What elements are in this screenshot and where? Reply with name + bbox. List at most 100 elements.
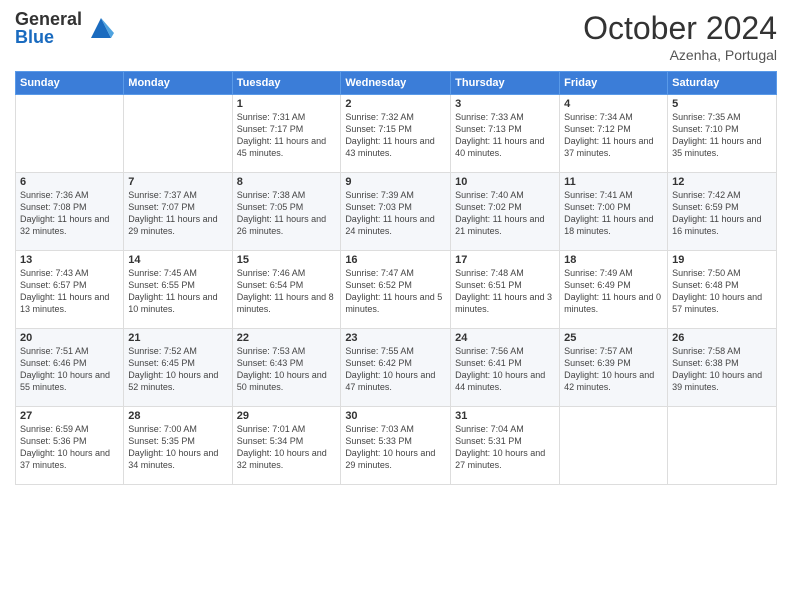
day-info: Sunrise: 7:35 AM Sunset: 7:10 PM Dayligh… <box>672 111 772 160</box>
calendar-cell <box>668 407 777 485</box>
calendar-week-5: 27Sunrise: 6:59 AM Sunset: 5:36 PM Dayli… <box>16 407 777 485</box>
day-info: Sunrise: 7:43 AM Sunset: 6:57 PM Dayligh… <box>20 267 119 316</box>
day-number: 26 <box>672 332 772 344</box>
day-info: Sunrise: 7:49 AM Sunset: 6:49 PM Dayligh… <box>564 267 663 316</box>
day-number: 21 <box>128 332 227 344</box>
day-info: Sunrise: 6:59 AM Sunset: 5:36 PM Dayligh… <box>20 423 119 472</box>
calendar-cell: 26Sunrise: 7:58 AM Sunset: 6:38 PM Dayli… <box>668 329 777 407</box>
day-info: Sunrise: 7:32 AM Sunset: 7:15 PM Dayligh… <box>345 111 446 160</box>
day-info: Sunrise: 7:38 AM Sunset: 7:05 PM Dayligh… <box>237 189 337 238</box>
day-number: 10 <box>455 176 555 188</box>
day-info: Sunrise: 7:31 AM Sunset: 7:17 PM Dayligh… <box>237 111 337 160</box>
day-number: 9 <box>345 176 446 188</box>
col-tuesday: Tuesday <box>232 72 341 95</box>
calendar-cell: 8Sunrise: 7:38 AM Sunset: 7:05 PM Daylig… <box>232 173 341 251</box>
day-info: Sunrise: 7:34 AM Sunset: 7:12 PM Dayligh… <box>564 111 663 160</box>
title-block: October 2024 Azenha, Portugal <box>583 10 777 63</box>
day-info: Sunrise: 7:00 AM Sunset: 5:35 PM Dayligh… <box>128 423 227 472</box>
subtitle: Azenha, Portugal <box>583 47 777 63</box>
calendar-cell: 1Sunrise: 7:31 AM Sunset: 7:17 PM Daylig… <box>232 95 341 173</box>
calendar: Sunday Monday Tuesday Wednesday Thursday… <box>15 71 777 485</box>
calendar-header: Sunday Monday Tuesday Wednesday Thursday… <box>16 72 777 95</box>
col-sunday: Sunday <box>16 72 124 95</box>
day-number: 29 <box>237 410 337 422</box>
day-info: Sunrise: 7:39 AM Sunset: 7:03 PM Dayligh… <box>345 189 446 238</box>
day-number: 24 <box>455 332 555 344</box>
day-info: Sunrise: 7:42 AM Sunset: 6:59 PM Dayligh… <box>672 189 772 238</box>
calendar-cell: 28Sunrise: 7:00 AM Sunset: 5:35 PM Dayli… <box>124 407 232 485</box>
day-number: 15 <box>237 254 337 266</box>
day-info: Sunrise: 7:40 AM Sunset: 7:02 PM Dayligh… <box>455 189 555 238</box>
logo-blue: Blue <box>15 28 82 46</box>
calendar-cell: 25Sunrise: 7:57 AM Sunset: 6:39 PM Dayli… <box>560 329 668 407</box>
col-thursday: Thursday <box>451 72 560 95</box>
calendar-week-3: 13Sunrise: 7:43 AM Sunset: 6:57 PM Dayli… <box>16 251 777 329</box>
day-info: Sunrise: 7:58 AM Sunset: 6:38 PM Dayligh… <box>672 345 772 394</box>
col-friday: Friday <box>560 72 668 95</box>
page: General Blue October 2024 Azenha, Portug… <box>0 0 792 612</box>
calendar-cell: 19Sunrise: 7:50 AM Sunset: 6:48 PM Dayli… <box>668 251 777 329</box>
calendar-cell: 22Sunrise: 7:53 AM Sunset: 6:43 PM Dayli… <box>232 329 341 407</box>
calendar-cell: 21Sunrise: 7:52 AM Sunset: 6:45 PM Dayli… <box>124 329 232 407</box>
calendar-cell: 31Sunrise: 7:04 AM Sunset: 5:31 PM Dayli… <box>451 407 560 485</box>
col-saturday: Saturday <box>668 72 777 95</box>
day-info: Sunrise: 7:01 AM Sunset: 5:34 PM Dayligh… <box>237 423 337 472</box>
logo: General Blue <box>15 10 116 46</box>
calendar-cell: 5Sunrise: 7:35 AM Sunset: 7:10 PM Daylig… <box>668 95 777 173</box>
calendar-cell: 20Sunrise: 7:51 AM Sunset: 6:46 PM Dayli… <box>16 329 124 407</box>
day-number: 8 <box>237 176 337 188</box>
day-number: 14 <box>128 254 227 266</box>
calendar-cell: 12Sunrise: 7:42 AM Sunset: 6:59 PM Dayli… <box>668 173 777 251</box>
day-number: 27 <box>20 410 119 422</box>
day-number: 22 <box>237 332 337 344</box>
calendar-cell: 3Sunrise: 7:33 AM Sunset: 7:13 PM Daylig… <box>451 95 560 173</box>
day-number: 23 <box>345 332 446 344</box>
day-info: Sunrise: 7:47 AM Sunset: 6:52 PM Dayligh… <box>345 267 446 316</box>
calendar-cell: 18Sunrise: 7:49 AM Sunset: 6:49 PM Dayli… <box>560 251 668 329</box>
calendar-cell: 9Sunrise: 7:39 AM Sunset: 7:03 PM Daylig… <box>341 173 451 251</box>
day-info: Sunrise: 7:55 AM Sunset: 6:42 PM Dayligh… <box>345 345 446 394</box>
calendar-body: 1Sunrise: 7:31 AM Sunset: 7:17 PM Daylig… <box>16 95 777 485</box>
logo-icon <box>86 13 116 43</box>
day-number: 31 <box>455 410 555 422</box>
day-number: 6 <box>20 176 119 188</box>
logo-text: General Blue <box>15 10 82 46</box>
calendar-cell <box>16 95 124 173</box>
calendar-cell: 27Sunrise: 6:59 AM Sunset: 5:36 PM Dayli… <box>16 407 124 485</box>
day-number: 19 <box>672 254 772 266</box>
calendar-cell: 13Sunrise: 7:43 AM Sunset: 6:57 PM Dayli… <box>16 251 124 329</box>
day-number: 16 <box>345 254 446 266</box>
day-number: 2 <box>345 98 446 110</box>
day-number: 13 <box>20 254 119 266</box>
col-wednesday: Wednesday <box>341 72 451 95</box>
day-info: Sunrise: 7:36 AM Sunset: 7:08 PM Dayligh… <box>20 189 119 238</box>
calendar-cell <box>124 95 232 173</box>
calendar-cell: 10Sunrise: 7:40 AM Sunset: 7:02 PM Dayli… <box>451 173 560 251</box>
day-info: Sunrise: 7:48 AM Sunset: 6:51 PM Dayligh… <box>455 267 555 316</box>
calendar-cell: 29Sunrise: 7:01 AM Sunset: 5:34 PM Dayli… <box>232 407 341 485</box>
calendar-cell: 7Sunrise: 7:37 AM Sunset: 7:07 PM Daylig… <box>124 173 232 251</box>
day-info: Sunrise: 7:52 AM Sunset: 6:45 PM Dayligh… <box>128 345 227 394</box>
day-info: Sunrise: 7:51 AM Sunset: 6:46 PM Dayligh… <box>20 345 119 394</box>
calendar-cell: 24Sunrise: 7:56 AM Sunset: 6:41 PM Dayli… <box>451 329 560 407</box>
day-number: 3 <box>455 98 555 110</box>
calendar-cell <box>560 407 668 485</box>
calendar-week-1: 1Sunrise: 7:31 AM Sunset: 7:17 PM Daylig… <box>16 95 777 173</box>
day-number: 1 <box>237 98 337 110</box>
calendar-cell: 11Sunrise: 7:41 AM Sunset: 7:00 PM Dayli… <box>560 173 668 251</box>
logo-general: General <box>15 10 82 28</box>
calendar-week-2: 6Sunrise: 7:36 AM Sunset: 7:08 PM Daylig… <box>16 173 777 251</box>
calendar-cell: 30Sunrise: 7:03 AM Sunset: 5:33 PM Dayli… <box>341 407 451 485</box>
day-info: Sunrise: 7:41 AM Sunset: 7:00 PM Dayligh… <box>564 189 663 238</box>
day-info: Sunrise: 7:50 AM Sunset: 6:48 PM Dayligh… <box>672 267 772 316</box>
day-number: 30 <box>345 410 446 422</box>
calendar-cell: 16Sunrise: 7:47 AM Sunset: 6:52 PM Dayli… <box>341 251 451 329</box>
calendar-cell: 15Sunrise: 7:46 AM Sunset: 6:54 PM Dayli… <box>232 251 341 329</box>
day-info: Sunrise: 7:53 AM Sunset: 6:43 PM Dayligh… <box>237 345 337 394</box>
header-row: Sunday Monday Tuesday Wednesday Thursday… <box>16 72 777 95</box>
day-number: 20 <box>20 332 119 344</box>
day-number: 7 <box>128 176 227 188</box>
day-number: 17 <box>455 254 555 266</box>
day-info: Sunrise: 7:56 AM Sunset: 6:41 PM Dayligh… <box>455 345 555 394</box>
day-number: 18 <box>564 254 663 266</box>
